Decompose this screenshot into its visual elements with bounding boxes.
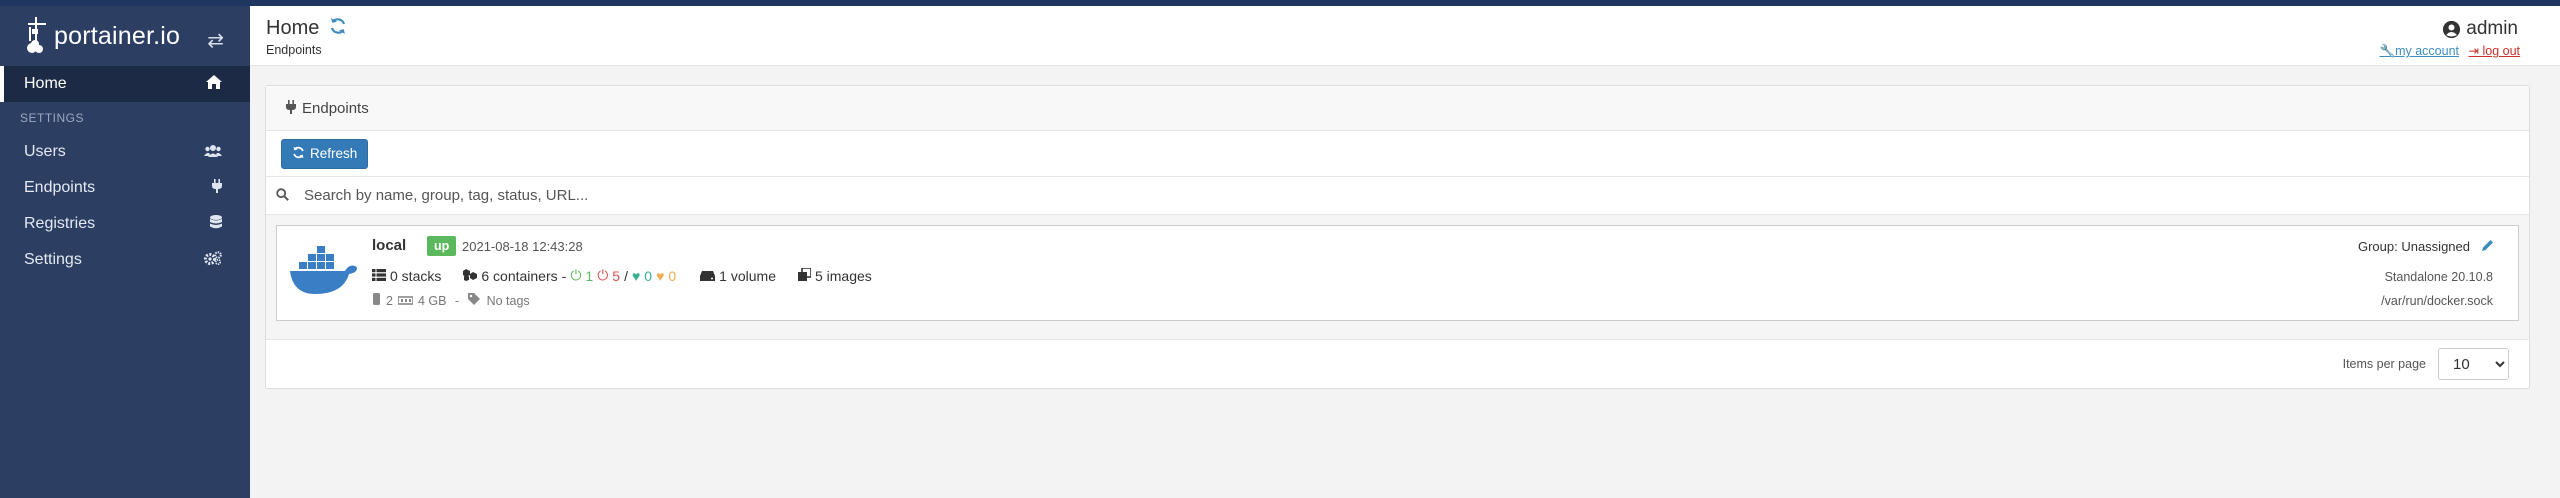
endpoint-url: /var/run/docker.sock	[2381, 294, 2493, 308]
tags-text: No tags	[486, 293, 530, 308]
sidebar-item-home[interactable]: Home	[0, 66, 250, 102]
memory-icon	[397, 294, 414, 308]
endpoint-group: Group: Unassigned	[2358, 239, 2494, 254]
switch-icon[interactable]: ⇄	[207, 28, 224, 53]
volumes-count: 1 volume	[719, 267, 776, 284]
my-account-link[interactable]: 🔧my account	[2380, 44, 2460, 58]
panel-heading: Endpoints	[266, 86, 2529, 131]
unhealthy-count: 0	[668, 267, 677, 284]
pencil-icon[interactable]	[2482, 239, 2494, 254]
refresh-icon[interactable]	[329, 17, 347, 40]
brand-name: portainer.io	[54, 21, 181, 50]
endpoint-name: local	[372, 237, 407, 254]
username: admin	[2466, 18, 2518, 39]
refresh-button-label: Refresh	[310, 146, 358, 161]
heartbeat-broken-icon: ♥	[656, 267, 665, 284]
endpoint-timestamp: 2021-08-18 12:43:28	[462, 239, 583, 254]
breadcrumb: Endpoints	[266, 43, 322, 57]
docker-logo-icon	[289, 242, 359, 303]
sidebar-item-users[interactable]: Users	[0, 134, 250, 170]
sidebar: portainer.io ⇄ Home SETTINGS Users Endpo…	[0, 6, 250, 498]
items-per-page-select[interactable]: 10	[2438, 348, 2509, 380]
page-title-text: Home	[266, 17, 320, 39]
endpoint-list: local up 2021-08-18 12:43:28 0 stacks 6 …	[266, 215, 2529, 340]
user-circle-icon	[2443, 20, 2461, 38]
home-icon	[206, 75, 222, 93]
refresh-icon	[292, 146, 305, 162]
sidebar-section-settings: SETTINGS	[20, 111, 85, 125]
clone-icon	[797, 266, 812, 284]
heartbeat-icon: ♥	[631, 267, 641, 284]
healthy-count: 0	[644, 267, 653, 284]
items-per-page-label: Items per page	[2342, 357, 2426, 371]
endpoint-stats: 0 stacks 6 containers - ⏻ 1 ⏻ 5 / ♥ 0 ♥ …	[372, 266, 876, 284]
refresh-button[interactable]: Refresh	[281, 138, 369, 169]
sign-out-icon: ⇥	[2468, 44, 2479, 58]
stacks-count: 0 stacks	[390, 267, 442, 284]
user-links: 🔧my account ⇥ log out	[2374, 43, 2520, 59]
brand[interactable]: portainer.io ⇄	[0, 6, 250, 66]
log-out-label: log out	[2482, 44, 2520, 58]
endpoint-meta: 2 4 GB - No tags	[372, 293, 535, 308]
sidebar-item-label: Home	[24, 75, 67, 92]
containers-count: 6 containers	[481, 267, 558, 284]
cpu-icon	[372, 293, 381, 308]
users-icon	[204, 144, 222, 161]
page-header: Home Endpoints admin 🔧my account ⇥ log o…	[250, 6, 2560, 66]
search-bar	[266, 177, 2529, 215]
log-out-link[interactable]: ⇥ log out	[2469, 44, 2521, 58]
sidebar-item-label: Endpoints	[24, 179, 96, 196]
power-on-icon: ⏻	[570, 267, 582, 283]
pagination-footer: Items per page 10	[266, 340, 2529, 388]
sidebar-item-endpoints[interactable]: Endpoints	[0, 170, 250, 206]
wrench-icon: 🔧	[2379, 44, 2396, 58]
search-icon	[276, 187, 296, 204]
toolbar: Refresh	[266, 131, 2529, 177]
cpu-count: 2	[386, 293, 393, 308]
images-count: 5 images	[814, 267, 872, 284]
search-input[interactable]	[304, 187, 2104, 204]
stopped-count: 5	[612, 267, 621, 284]
hdd-icon	[700, 268, 716, 284]
status-badge: up	[427, 236, 457, 256]
user-menu: admin	[2443, 18, 2518, 40]
sidebar-item-label: Settings	[24, 251, 82, 268]
memory-size: 4 GB	[417, 293, 447, 308]
endpoint-item-local[interactable]: local up 2021-08-18 12:43:28 0 stacks 6 …	[276, 225, 2519, 321]
tags-icon	[467, 293, 482, 308]
plug-icon	[212, 179, 222, 197]
endpoint-version: Standalone 20.10.8	[2384, 270, 2493, 284]
running-count: 1	[585, 267, 594, 284]
cogs-icon	[204, 251, 222, 269]
page-title: Home	[266, 17, 347, 40]
database-icon	[210, 215, 222, 233]
group-label: Group: Unassigned	[2357, 239, 2470, 254]
cubes-icon	[463, 268, 478, 284]
my-account-label: my account	[2395, 44, 2460, 58]
sidebar-item-label: Registries	[24, 215, 96, 232]
endpoints-panel: Endpoints Refresh Search by name, group,…	[265, 85, 2530, 389]
th-list-icon	[372, 268, 386, 284]
portainer-logo-icon	[24, 15, 50, 57]
power-off-icon: ⏻	[597, 267, 609, 283]
sidebar-item-registries[interactable]: Registries	[0, 206, 250, 242]
panel-title: Endpoints	[302, 99, 369, 117]
sidebar-item-settings[interactable]: Settings	[0, 242, 250, 278]
plug-icon	[286, 99, 296, 117]
sidebar-item-label: Users	[24, 143, 66, 160]
